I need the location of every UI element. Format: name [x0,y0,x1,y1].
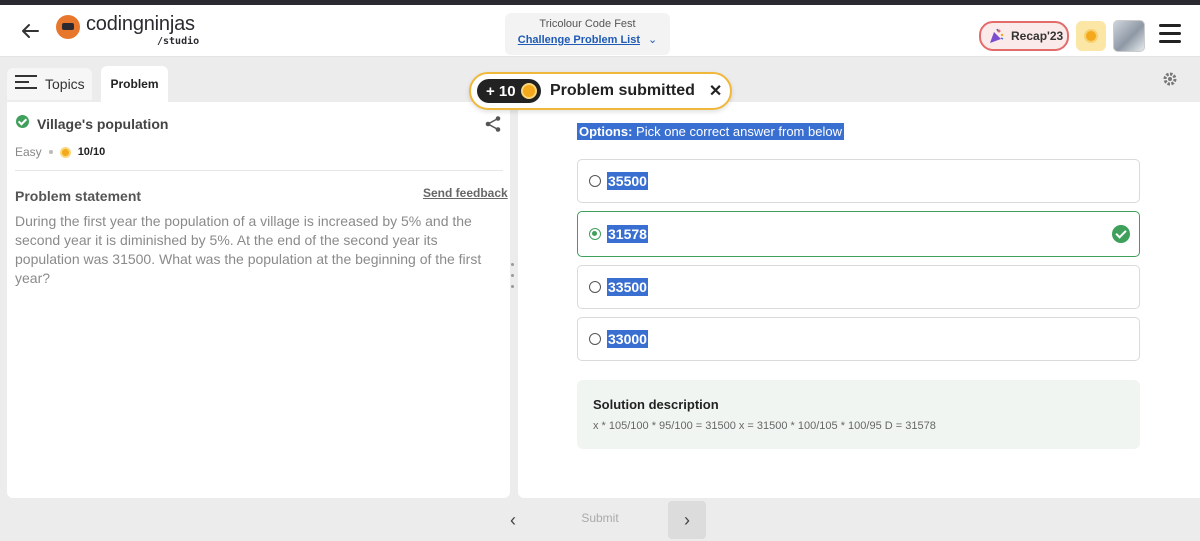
options-header-text: Pick one correct answer from below [632,124,842,139]
option-4[interactable]: 33000 [577,317,1140,361]
problem-meta: Easy 10/10 [15,145,105,159]
toast-message: Problem submitted [550,82,695,99]
radio-button-selected[interactable] [589,228,601,240]
topics-menu-icon [15,75,37,93]
check-circle-icon [16,115,29,128]
solution-title: Solution description [593,397,719,412]
share-icon[interactable] [484,115,502,133]
logo-text: codingninjas [86,13,195,35]
radio-button[interactable] [589,333,601,345]
divider [15,170,503,171]
correct-check-icon [1112,225,1130,243]
option-2[interactable]: 31578 [577,211,1140,257]
option-1[interactable]: 35500 [577,159,1140,203]
logo-subtitle: /studio [157,36,200,47]
logo-mark-icon [56,15,80,39]
points-value: + 10 [486,82,516,100]
back-button[interactable] [18,19,42,43]
recap-button[interactable]: Recap'23 [979,21,1069,51]
options-header-bold: Options: [579,124,633,139]
coin-icon [59,146,71,158]
event-selector[interactable]: Tricolour Code Fest Challenge Problem Li… [505,13,670,55]
points-badge: + 10 [477,79,541,103]
option-value: 35500 [607,172,648,190]
hamburger-menu-icon[interactable] [1159,24,1181,46]
prev-button[interactable]: ‹ [501,508,525,532]
avatar[interactable] [1113,20,1145,52]
party-popper-icon [990,28,1004,43]
challenge-list-label: Challenge Problem List [517,34,641,46]
coin-icon [520,83,537,99]
coin-icon [1084,29,1098,43]
gear-icon[interactable] [1162,71,1178,87]
tab-problem-label: Problem [110,77,159,91]
submission-toast: + 10 Problem submitted ✕ [469,72,732,110]
tab-topics-label: Topics [45,76,85,92]
score-value: 10/10 [77,146,106,158]
option-value: 31578 [607,225,648,243]
radio-button[interactable] [589,281,601,293]
option-value: 33000 [607,330,648,348]
problem-panel: Village's population Easy 10/10 Problem … [7,102,510,498]
send-feedback-link[interactable]: Send feedback [423,186,508,200]
tab-problem[interactable]: Problem [101,66,168,102]
option-3[interactable]: 33500 [577,265,1140,309]
problem-title: Village's population [37,116,169,132]
event-title: Tricolour Code Fest [539,18,636,30]
option-value: 33500 [607,278,648,296]
challenge-list-link[interactable]: Challenge Problem List ⌄ [505,33,670,46]
difficulty-label: Easy [15,145,42,159]
recap-label: Recap'23 [1011,29,1064,43]
next-button[interactable]: › [668,501,706,539]
back-arrow-icon [22,24,39,38]
tab-topics[interactable]: Topics [7,68,92,100]
radio-button[interactable] [589,175,601,187]
statement-heading: Problem statement [15,188,142,204]
solution-text: x * 105/100 * 95/100 = 31500 x = 31500 *… [593,420,936,432]
submit-button[interactable]: Submit [566,511,634,529]
solution-box: Solution description x * 105/100 * 95/10… [577,380,1140,449]
answer-panel: Options: Pick one correct answer from be… [518,102,1200,498]
app-header: codingninjas /studio Tricolour Code Fest… [0,5,1200,57]
chevron-down-icon: ⌄ [648,34,658,46]
separator-dot [48,150,53,154]
panel-resize-handle[interactable] [511,263,515,295]
coins-button[interactable] [1076,21,1106,51]
close-icon[interactable]: ✕ [709,81,722,101]
options-header: Options: Pick one correct answer from be… [577,123,844,140]
problem-statement: During the first year the population of … [15,213,482,286]
